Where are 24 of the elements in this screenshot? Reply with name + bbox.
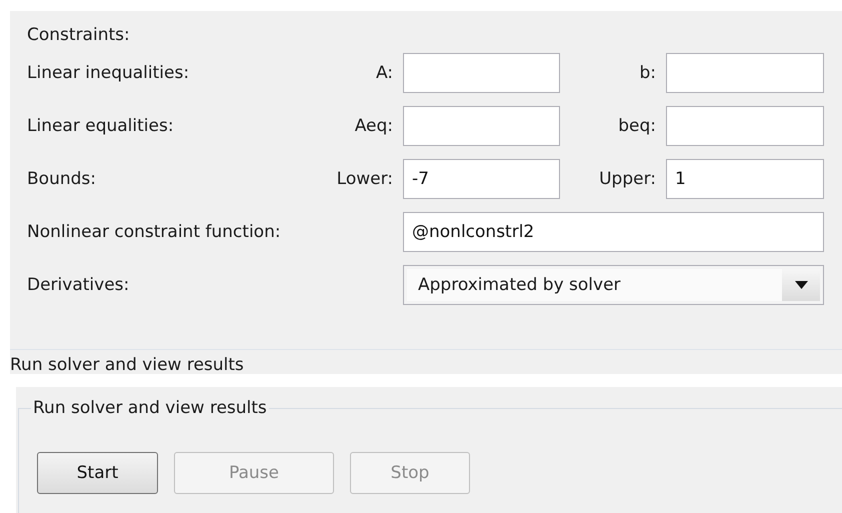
panel-title: Run solver and view results [32, 398, 268, 418]
input-field[interactable] [666, 53, 824, 93]
field-label: Lower: [336, 169, 394, 189]
input-field[interactable]: 1 [666, 159, 824, 199]
section-title: Constraints: [27, 25, 130, 45]
field-label: b: [639, 63, 657, 83]
dropdown[interactable]: Approximated by solver [403, 265, 824, 305]
field-label: beq: [618, 116, 657, 136]
field-label: Linear equalities: [27, 116, 175, 136]
action-button[interactable]: Start [37, 452, 158, 494]
field-label: Bounds: [27, 169, 97, 189]
field-label: Linear inequalities: [27, 63, 190, 83]
field-label: Upper: [599, 169, 657, 189]
input-field[interactable] [666, 106, 824, 146]
field-label: Derivatives: [27, 275, 130, 295]
dropdown-arrow-icon [794, 281, 808, 289]
field-label: Aeq: [354, 116, 394, 136]
input-field[interactable]: -7 [403, 159, 560, 199]
input-field[interactable] [403, 53, 560, 93]
section-title: Run solver and view results [10, 356, 244, 374]
input-field[interactable] [403, 106, 560, 146]
field-label: A: [376, 63, 394, 83]
input-field[interactable]: @nonlconstrl2 [403, 212, 824, 252]
field-label: Nonlinear constraint function: [27, 222, 282, 242]
